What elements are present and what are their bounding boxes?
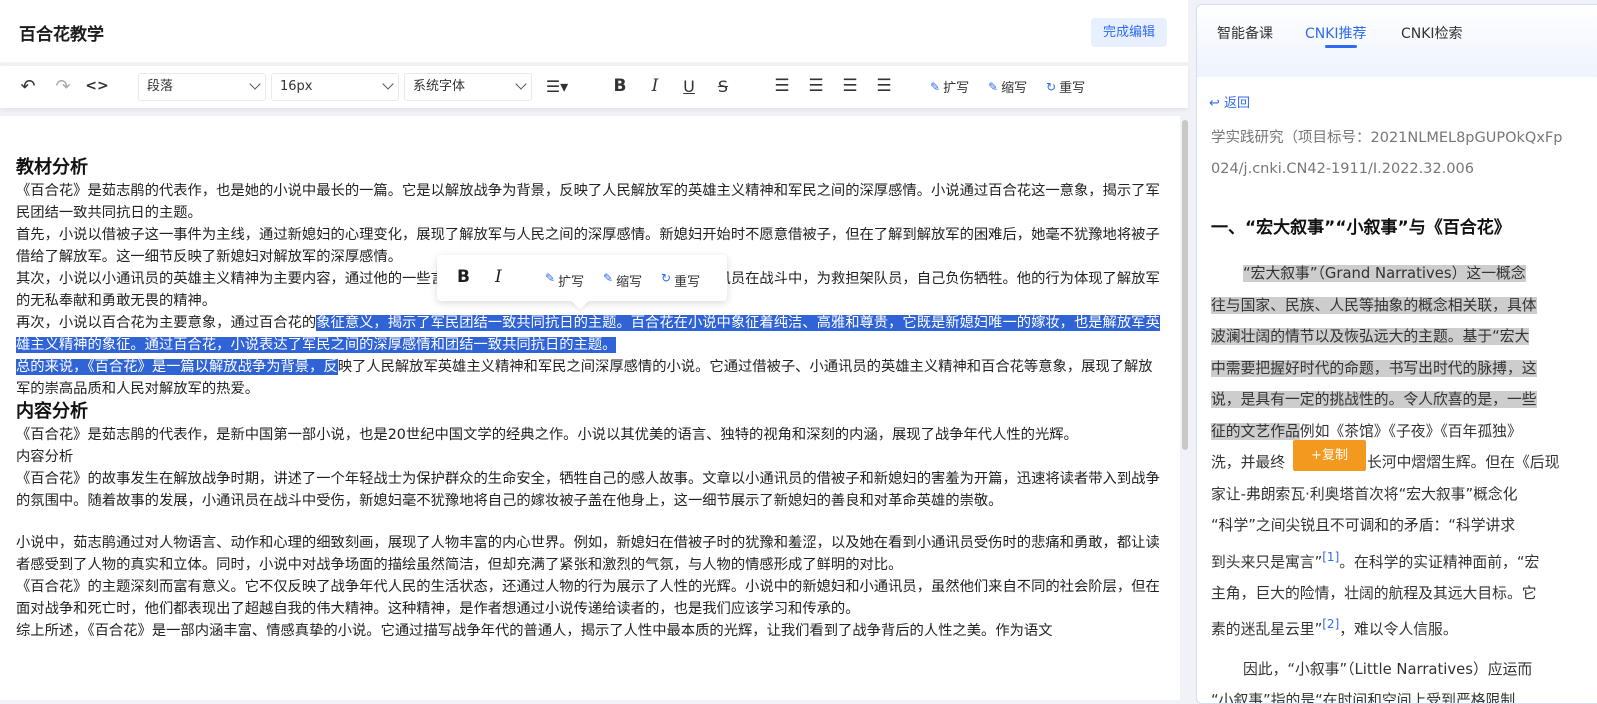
text-line: 因此，“小叙事”（Little Narratives）应运而	[1243, 660, 1533, 678]
text-run: 再次，小说以百合花为主要意象，通过百合花的	[16, 315, 317, 331]
expand-label: 扩写	[943, 81, 970, 96]
redo-icon[interactable]: ↷	[51, 74, 75, 98]
copy-button[interactable]: +复制	[1293, 440, 1366, 471]
shrink-button[interactable]: ✎ 缩写	[603, 271, 642, 290]
chevron-down-icon	[382, 78, 394, 90]
article-meta: 学实践研究（项目标号：2021NLMEL8pGUPOkQxFp	[1211, 130, 1563, 146]
back-link[interactable]: ↩ 返回	[1209, 92, 1250, 111]
tab-cnki-recommend[interactable]: CNKI推荐	[1305, 23, 1367, 43]
font-size-value: 16px	[280, 79, 313, 94]
article-paragraph: “宏大叙事”（Grand Narratives）这一概念 往与国家、民族、人民等…	[1211, 258, 1597, 704]
text-run: 洗，并最终	[1211, 454, 1285, 471]
magic-icon: ✎	[930, 79, 941, 94]
text-run: 到头来只是寓言”	[1211, 553, 1323, 571]
text-run: 长河中熠熠生辉。但在《后现	[1367, 454, 1560, 471]
paragraph: 《百合花》是茹志鹃的代表作，是新中国第一部小说，也是20世纪中国文学的经典之作。…	[16, 427, 1078, 443]
back-arrow-icon: ↩	[1209, 96, 1220, 111]
section-heading: 教材分析	[16, 157, 88, 178]
paragraph: 总的来说，《百合花》是一篇以解放战争为背景，反映了人民解放军英雄主义精神和军民之…	[16, 356, 1166, 400]
bold-icon[interactable]: B	[608, 74, 632, 98]
highlighted-text[interactable]: 波澜壮阔的情节以及恢弘远大的主题。基于“宏大	[1211, 328, 1530, 345]
highlighted-text[interactable]: 中需要把握好时代的命题，书写出时代的脉搏，这	[1211, 359, 1537, 377]
paragraph: 小说中，茹志鹃通过对人物语言、动作和心理的细致刻画，展现了人物丰富的内心世界。例…	[16, 535, 1160, 573]
empty-line	[16, 512, 1180, 532]
text-run: ，难以令人信服。	[1339, 621, 1458, 639]
article-doi: 024/j.cnki.CN42-1911/I.2022.32.006	[1211, 161, 1474, 177]
undo-icon[interactable]: ↶	[16, 74, 40, 98]
format-toolbar: ↶ ↷ <> 段落 16px 系统字体 ☰▾ B I U S ☰ ☰ ☰ ☰ ✎…	[0, 66, 1188, 108]
expand-label: 扩写	[558, 275, 585, 290]
font-family-value: 系统字体	[413, 79, 466, 94]
highlighted-text[interactable]: 说，是具有一定的挑战性的。令人欣喜的是，一些	[1211, 391, 1537, 408]
rewrite-button[interactable]: ↻ 重写	[661, 271, 700, 290]
align-justify-icon[interactable]: ☰	[872, 74, 896, 98]
paragraph-select[interactable]: 段落	[138, 73, 266, 101]
line-height-icon[interactable]: ☰▾	[540, 74, 574, 98]
shrink-label: 缩写	[616, 275, 643, 290]
chevron-down-icon	[249, 78, 261, 90]
rewrite-button[interactable]: ↻ 重写	[1046, 77, 1086, 97]
rewrite-label: 重写	[1059, 81, 1086, 96]
text-line: “科学”之间尖锐且不可调和的矛盾：“科学讲求	[1211, 517, 1516, 534]
italic-icon[interactable]: I	[495, 267, 502, 287]
paragraph: 《百合花》的主题深刻而富有意义。它不仅反映了战争年代人民的生活状态，还通过人物的…	[16, 579, 1160, 617]
text-run: 素的迷乱星云里”	[1211, 621, 1323, 639]
editor-scrollbar[interactable]	[1182, 120, 1188, 450]
text-line: 家让-弗朗索瓦·利奥塔首次将“宏大叙事”概念化	[1211, 485, 1518, 503]
strikethrough-icon[interactable]: S	[711, 74, 735, 98]
rewrite-label: 重写	[674, 275, 701, 290]
article-body: 学实践研究（项目标号：2021NLMEL8pGUPOkQxFp 024/j.cn…	[1211, 123, 1597, 704]
bold-icon[interactable]: B	[457, 267, 470, 287]
reference-link[interactable]: [1]	[1322, 550, 1339, 564]
paragraph: 《百合花》的故事发生在解放战争时期，讲述了一个年轻战士为保护群众的生命安全，牺牲…	[16, 471, 1160, 509]
expand-button[interactable]: ✎ 扩写	[545, 271, 584, 290]
font-family-select[interactable]: 系统字体	[404, 73, 532, 101]
refresh-icon: ↻	[661, 271, 672, 285]
panel-tabs: 智能备课 CNKI推荐 CNKI检索	[1197, 5, 1597, 77]
selected-text[interactable]: 总的来说，《百合花》是一篇以解放战争为背景，反	[16, 359, 338, 375]
refresh-icon: ↻	[1046, 79, 1057, 94]
expand-button[interactable]: ✎ 扩写	[930, 77, 970, 97]
document-title: 百合花教学	[19, 25, 104, 45]
article-heading: 一、“宏大叙事”“小叙事”与《百合花》	[1211, 218, 1511, 238]
text-run: 例如《茶馆》《子夜》《百年孤独》	[1299, 422, 1522, 440]
paragraph-select-value: 段落	[147, 79, 174, 94]
highlighted-text[interactable]: “宏大叙事”（Grand Narratives）这一概念	[1243, 265, 1526, 282]
editor-content[interactable]: 教材分析 《百合花》是茹志鹃的代表作，也是她的小说中最长的一篇。它是以解放战争为…	[0, 116, 1180, 700]
align-right-icon[interactable]: ☰	[838, 74, 862, 98]
align-left-icon[interactable]: ☰	[770, 74, 794, 98]
editor-header: 百合花教学 完成编辑	[0, 0, 1188, 62]
text-run: 。在科学的实证精神面前，“宏	[1339, 553, 1540, 571]
side-panel: 智能备课 CNKI推荐 CNKI检索 ↩ 返回 学实践研究（项目标号：2021N…	[1196, 4, 1597, 704]
active-tab-indicator	[1325, 45, 1357, 48]
paragraph: 《百合花》是茹志鹃的代表作，也是她的小说中最长的一篇。它是以解放战争为背景，反映…	[16, 183, 1160, 221]
font-size-select[interactable]: 16px	[271, 73, 399, 101]
editor: 百合花教学 完成编辑 ↶ ↷ <> 段落 16px 系统字体 ☰▾ B I U …	[0, 0, 1188, 700]
selection-floating-toolbar: B I ✎ 扩写 ✎ 缩写 ↻ 重写	[437, 255, 727, 310]
italic-icon[interactable]: I	[643, 74, 667, 98]
finish-edit-button[interactable]: 完成编辑	[1091, 18, 1167, 47]
magic-icon: ✎	[545, 271, 556, 285]
magic-icon: ✎	[988, 79, 999, 94]
tab-smart-prep[interactable]: 智能备课	[1217, 23, 1273, 43]
shrink-button[interactable]: ✎ 缩写	[988, 77, 1028, 97]
magic-icon: ✎	[603, 271, 614, 285]
highlighted-text[interactable]: 征的文艺作品	[1211, 422, 1300, 440]
paragraph: 再次，小说以百合花为主要意象，通过百合花的象征意义，揭示了军民团结一致共同抗日的…	[16, 312, 1166, 356]
chevron-down-icon	[515, 78, 527, 90]
shrink-label: 缩写	[1001, 81, 1028, 96]
back-label: 返回	[1224, 96, 1251, 111]
tab-cnki-search[interactable]: CNKI检索	[1401, 23, 1463, 43]
paragraph: 综上所述，《百合花》是一部内涵丰富、情感真挚的小说。它通过描写战争年代的普通人，…	[16, 623, 1053, 639]
text-line: 主角，巨大的险情，壮阔的航程及其远大目标。它	[1211, 584, 1537, 602]
section-heading: 内容分析	[16, 401, 88, 422]
align-center-icon[interactable]: ☰	[804, 74, 828, 98]
paragraph: 内容分析	[16, 449, 74, 465]
highlighted-text[interactable]: 往与国家、民族、人民等抽象的概念相关联，具体	[1211, 296, 1537, 314]
underline-icon[interactable]: U	[677, 74, 701, 98]
text-line: “小叙事”指的是“在时间和空间上受到严格限制	[1211, 692, 1516, 704]
code-icon[interactable]: <>	[85, 74, 109, 98]
reference-link[interactable]: [2]	[1322, 617, 1339, 631]
